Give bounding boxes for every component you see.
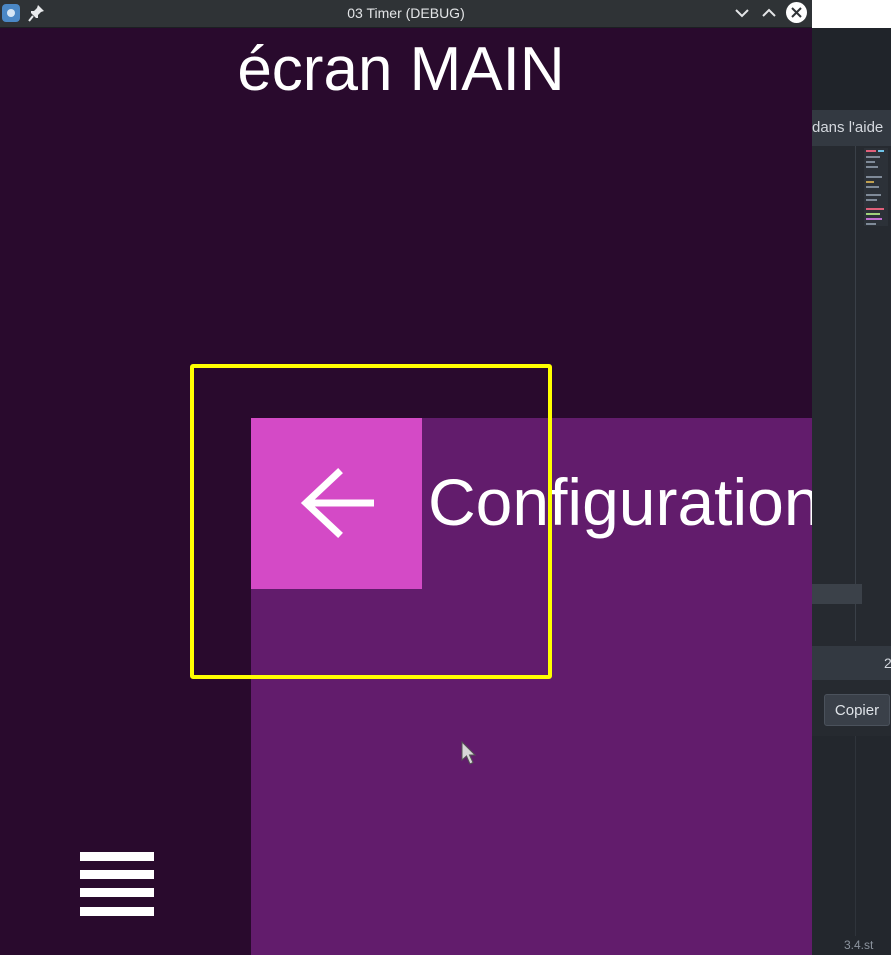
desktop: dans l'aide 2 Copier 3.4.st 03 Timer (DE…: [0, 0, 891, 955]
gutter-divider: [855, 146, 856, 641]
screen-title: écran MAIN: [237, 35, 565, 104]
code-editor[interactable]: [812, 146, 891, 646]
output-line-number: 2: [884, 655, 891, 671]
status-text: 3.4.st: [844, 938, 874, 952]
mouse-cursor-icon: [461, 740, 477, 772]
editor-toolbar: [812, 0, 891, 28]
minimap[interactable]: [864, 148, 888, 226]
hamburger-menu-icon[interactable]: [80, 852, 154, 916]
game-window: 03 Timer (DEBUG) écran MAIN Configuratio…: [0, 0, 812, 955]
highlight-annotation-box: [190, 364, 552, 679]
horizontal-scrollbar[interactable]: [812, 584, 862, 604]
close-button[interactable]: [786, 2, 807, 23]
output-toolbar: Copier: [812, 680, 891, 736]
help-search-bar[interactable]: dans l'aide: [812, 110, 891, 146]
background-editor-window: dans l'aide 2 Copier 3.4.st: [812, 0, 891, 955]
minimize-button[interactable]: [731, 2, 753, 24]
copy-button[interactable]: Copier: [824, 694, 890, 726]
editor-tab-area: [812, 28, 891, 110]
maximize-button[interactable]: [758, 2, 780, 24]
window-titlebar[interactable]: 03 Timer (DEBUG): [0, 0, 812, 28]
output-panel: [812, 736, 891, 955]
output-header: 2: [812, 646, 891, 680]
output-divider: [855, 736, 856, 936]
help-search-label: dans l'aide: [812, 119, 884, 136]
window-title: 03 Timer (DEBUG): [347, 5, 465, 21]
